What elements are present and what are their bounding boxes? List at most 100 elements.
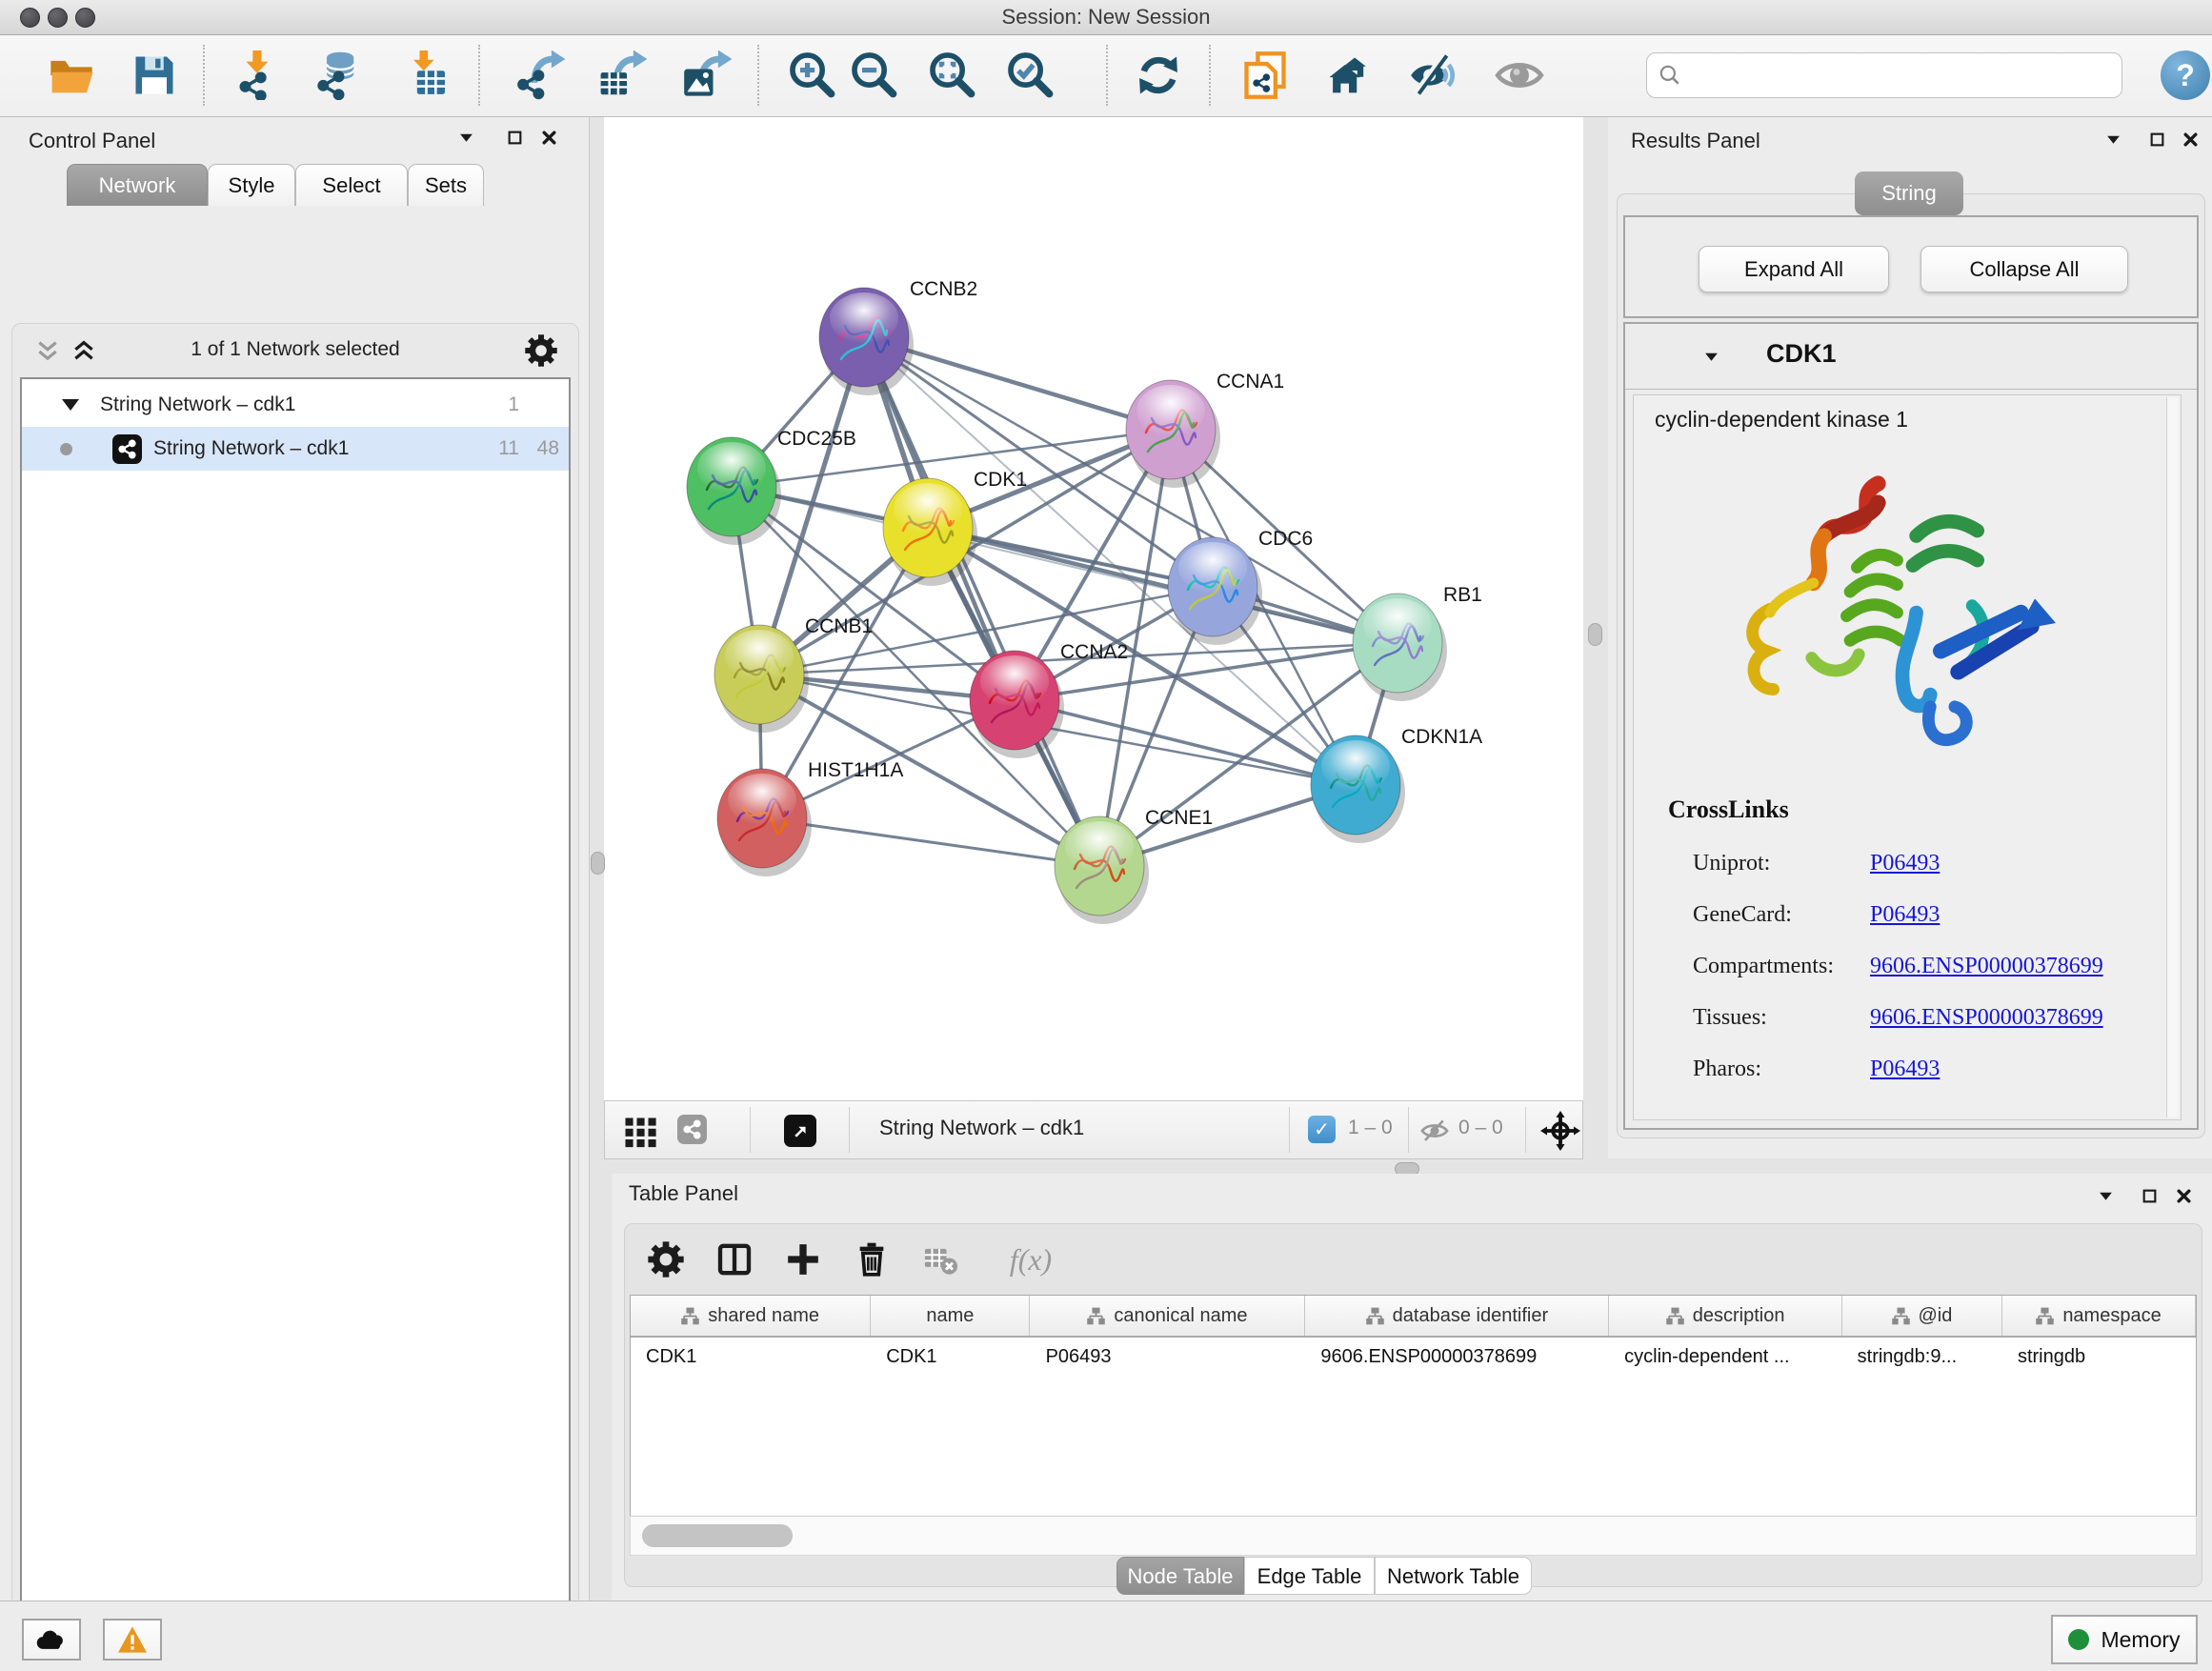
float-panel-icon[interactable]: [2142, 1188, 2158, 1204]
table-cell[interactable]: cyclin-dependent ...: [1609, 1338, 1842, 1376]
close-panel-icon[interactable]: [541, 130, 557, 146]
column-header[interactable]: name: [871, 1296, 1030, 1336]
tab-sets[interactable]: Sets: [408, 164, 484, 206]
expand-all-button[interactable]: Expand All: [1699, 246, 1889, 292]
import-database-button[interactable]: [312, 49, 365, 102]
network-graph[interactable]: CCNB2CCNA1CDC25BCDK1CDC6RB1CCNB1CCNA2CDK…: [604, 117, 1583, 1100]
tab-select[interactable]: Select: [295, 164, 408, 206]
selected-node-edge-count: 1 – 0: [1348, 1117, 1393, 1139]
birds-eye-grid-icon[interactable]: [624, 1114, 658, 1148]
column-header[interactable]: description: [1609, 1296, 1842, 1336]
zoom-selected-button[interactable]: [1004, 49, 1057, 102]
open-session-button[interactable]: [45, 49, 98, 102]
network-options-gear-icon[interactable]: [525, 334, 557, 367]
crosslink-link[interactable]: 9606.ENSP00000378699: [1870, 1005, 2103, 1031]
clone-network-button[interactable]: [1238, 49, 1292, 102]
delete-column-button[interactable]: [850, 1238, 894, 1281]
search-input[interactable]: [1646, 52, 2122, 98]
export-network-button[interactable]: [513, 49, 567, 102]
column-header[interactable]: @id: [1842, 1296, 2002, 1336]
network-collection-row[interactable]: String Network – cdk1 1: [22, 383, 569, 427]
show-all-button[interactable]: [1493, 49, 1546, 102]
network-row-selected[interactable]: String Network – cdk1 11 48: [22, 427, 569, 471]
network-node[interactable]: CDC6: [1168, 528, 1313, 645]
table-hscrollbar[interactable]: [630, 1516, 2197, 1556]
table-options-button[interactable]: [644, 1238, 688, 1281]
crosslink-link[interactable]: 9606.ENSP00000378699: [1870, 954, 2103, 979]
column-header[interactable]: shared name: [631, 1296, 871, 1336]
table-cell[interactable]: CDK1: [871, 1338, 1030, 1376]
create-column-button[interactable]: [781, 1238, 825, 1281]
network-type-badge[interactable]: [677, 1115, 707, 1144]
zoom-out-button[interactable]: [848, 49, 901, 102]
results-scrollbar[interactable]: [2166, 397, 2179, 1117]
cloud-status-button[interactable]: [22, 1619, 81, 1661]
selected-checkbox[interactable]: ✓: [1308, 1116, 1336, 1143]
column-header[interactable]: canonical name: [1030, 1296, 1305, 1336]
open-in-window-button[interactable]: [784, 1115, 816, 1147]
collapse-panel-icon[interactable]: [2105, 131, 2122, 148]
table-cell[interactable]: stringdb: [2002, 1338, 2196, 1376]
left-splitter-handle[interactable]: [591, 852, 605, 875]
float-panel-icon[interactable]: [2149, 131, 2165, 148]
refresh-button[interactable]: [1132, 49, 1185, 102]
gene-section-header[interactable]: CDK1: [1625, 324, 2197, 390]
collapse-panel-icon[interactable]: [458, 130, 474, 146]
network-edge-count: 48: [519, 437, 559, 460]
tab-style[interactable]: Style: [208, 164, 295, 206]
tab-network-table[interactable]: Network Table: [1375, 1557, 1532, 1595]
collapse-panel-icon[interactable]: [2098, 1188, 2114, 1204]
import-table-button[interactable]: [399, 49, 452, 102]
function-builder-button[interactable]: f(x): [993, 1238, 1069, 1281]
tab-edge-table[interactable]: Edge Table: [1244, 1557, 1375, 1595]
hide-selected-button[interactable]: [1407, 49, 1460, 102]
network-canvas[interactable]: CCNB2CCNA1CDC25BCDK1CDC6RB1CCNB1CCNA2CDK…: [604, 117, 1583, 1100]
collection-expand-icon[interactable]: [62, 399, 79, 411]
network-node[interactable]: HIST1H1A: [717, 759, 903, 876]
tab-network[interactable]: Network: [67, 164, 208, 206]
table-hscrollbar-thumb[interactable]: [642, 1524, 793, 1547]
network-node[interactable]: RB1: [1353, 584, 1482, 701]
export-table-button[interactable]: [595, 49, 649, 102]
delete-table-button[interactable]: [918, 1238, 962, 1281]
table-row[interactable]: CDK1CDK1P064939606.ENSP00000378699cyclin…: [631, 1338, 2196, 1376]
network-node[interactable]: CCNB1: [714, 615, 873, 733]
section-collapse-icon[interactable]: [1703, 349, 1719, 365]
table-cell[interactable]: CDK1: [631, 1338, 871, 1376]
network-node[interactable]: CCNA1: [1126, 371, 1284, 488]
warnings-button[interactable]: [103, 1619, 162, 1661]
network-node[interactable]: CDKN1A: [1311, 726, 1482, 843]
save-session-button[interactable]: [128, 49, 181, 102]
close-panel-icon[interactable]: [2176, 1188, 2192, 1204]
network-edge[interactable]: [864, 337, 1099, 866]
network-node[interactable]: CCNB2: [819, 278, 977, 395]
export-image-button[interactable]: [680, 49, 734, 102]
network-node[interactable]: CCNE1: [1055, 807, 1213, 924]
right-splitter-handle[interactable]: [1588, 623, 1602, 646]
close-panel-icon[interactable]: [2182, 131, 2199, 148]
home-button[interactable]: [1322, 49, 1376, 102]
table-cell[interactable]: P06493: [1031, 1338, 1306, 1376]
help-button[interactable]: ?: [2161, 50, 2210, 100]
column-header[interactable]: database identifier: [1305, 1296, 1609, 1336]
network-tree: String Network – cdk1 1 String Network –…: [20, 377, 571, 1671]
zoom-in-button[interactable]: [786, 49, 839, 102]
crosslink-link[interactable]: P06493: [1870, 902, 1940, 928]
collapse-all-button[interactable]: Collapse All: [1920, 246, 2128, 292]
float-panel-icon[interactable]: [507, 130, 523, 146]
crosslink-link[interactable]: P06493: [1870, 851, 1940, 876]
table-cell[interactable]: stringdb:9...: [1842, 1338, 2002, 1376]
fit-content-crosshair-icon[interactable]: [1540, 1111, 1580, 1151]
network-edge[interactable]: [928, 528, 1398, 643]
tab-string[interactable]: String: [1855, 171, 1963, 215]
memory-button[interactable]: Memory: [2051, 1615, 2198, 1664]
network-node[interactable]: CCNA2: [970, 641, 1128, 758]
import-network-button[interactable]: [231, 49, 285, 102]
tab-node-table[interactable]: Node Table: [1116, 1557, 1244, 1595]
show-columns-button[interactable]: [713, 1238, 756, 1281]
network-edge[interactable]: [762, 818, 1099, 866]
column-header[interactable]: namespace: [2002, 1296, 2196, 1336]
table-cell[interactable]: 9606.ENSP00000378699: [1305, 1338, 1609, 1376]
zoom-fit-button[interactable]: [926, 49, 979, 102]
crosslink-link[interactable]: P06493: [1870, 1057, 1940, 1082]
